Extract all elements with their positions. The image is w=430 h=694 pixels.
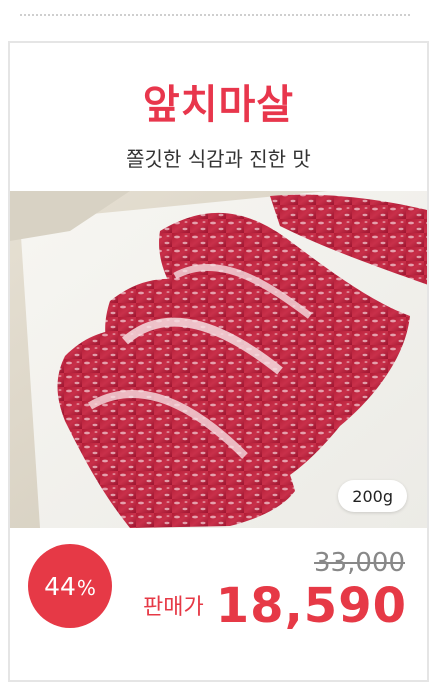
- product-card[interactable]: 앞치마살 쫄깃한 식감과 진한 맛 200g 44 % 판매가 33,000 1…: [8, 41, 429, 682]
- product-photo: 200g: [10, 191, 427, 528]
- price-section: 44% 판매가 33,000 18,590: [10, 528, 427, 680]
- product-subtitle: 쫄깃한 식감과 진한 맛: [126, 147, 311, 171]
- discount-unit: %: [76, 576, 96, 600]
- price-label: 판매가: [143, 595, 204, 620]
- original-price: 33,000: [314, 548, 405, 578]
- discount-value: 44: [44, 571, 76, 601]
- product-title: 앞치마살: [142, 82, 295, 128]
- meat-photo-icon: [10, 191, 427, 528]
- weight-badge: 200g: [338, 480, 407, 512]
- discount-badge: 44%: [28, 544, 112, 628]
- sale-price: 18,590: [215, 578, 407, 634]
- top-dotted-divider: [20, 14, 410, 16]
